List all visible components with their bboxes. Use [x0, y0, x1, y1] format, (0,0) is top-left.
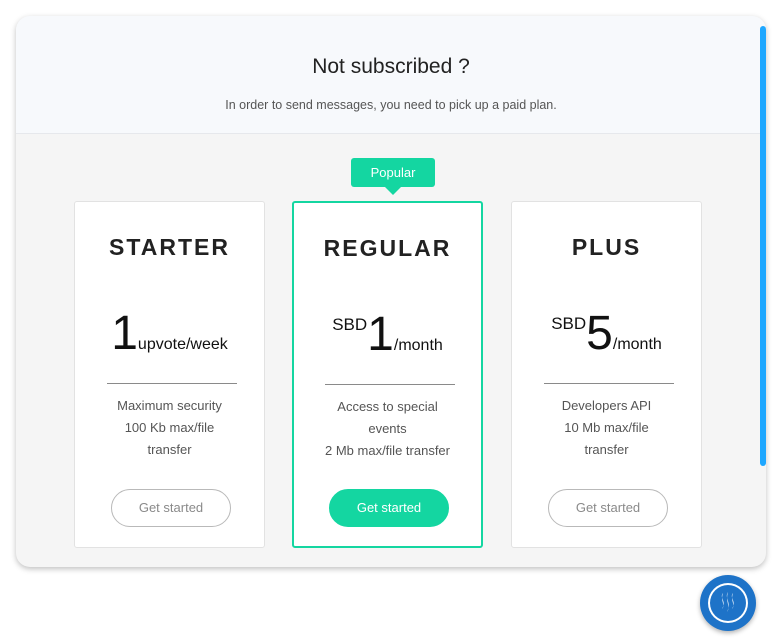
steem-logo-icon: [710, 585, 746, 621]
plan-features: Access to special events 2 Mb max/file t…: [314, 396, 461, 462]
subscription-modal: Not subscribed ? In order to send messag…: [16, 16, 766, 567]
price-period: upvote/week: [137, 336, 228, 353]
plan-name: STARTER: [109, 234, 230, 260]
price-currency: SBD: [551, 314, 587, 333]
price-currency: SBD: [332, 315, 368, 334]
divider: [544, 383, 674, 384]
chat-button[interactable]: [700, 575, 756, 631]
modal-header: Not subscribed ? In order to send messag…: [16, 16, 766, 134]
plan-features: Maximum security 100 Kb max/file transfe…: [95, 395, 244, 461]
feature-line: 10 Mb max/file: [564, 420, 649, 435]
plan-price: 1upvote/week: [75, 310, 264, 358]
scrollbar[interactable]: [760, 26, 766, 466]
get-started-plus-button[interactable]: Get started: [548, 489, 668, 527]
plan-name: PLUS: [571, 234, 642, 260]
feature-line: 2 Mb max/file transfer: [325, 443, 450, 458]
get-started-starter-button[interactable]: Get started: [111, 489, 231, 527]
divider: [107, 383, 237, 384]
feature-line: Developers API: [561, 398, 652, 413]
plan-price: SBD1/month: [294, 311, 481, 359]
feature-line: Access to special: [337, 399, 438, 414]
price-amount: 1: [367, 308, 394, 361]
plan-card-regular: REGULAR SBD1/month Access to special eve…: [292, 201, 483, 548]
price-amount: 5: [586, 307, 613, 360]
feature-line: transfer: [584, 442, 629, 457]
price-amount: 1: [111, 307, 138, 360]
plan-features: Developers API 10 Mb max/file transfer: [532, 395, 681, 461]
plan-name: REGULAR: [323, 235, 452, 261]
plan-card-plus: PLUS SBD5/month Developers API 10 Mb max…: [511, 201, 702, 548]
divider: [325, 384, 455, 385]
price-period: /month: [612, 336, 662, 353]
popular-badge-arrow: [385, 187, 401, 195]
plan-price: SBD5/month: [512, 310, 701, 358]
feature-line: transfer: [147, 442, 192, 457]
price-period: /month: [393, 337, 443, 354]
modal-subtitle: In order to send messages, you need to p…: [225, 98, 557, 112]
get-started-regular-button[interactable]: Get started: [329, 489, 449, 527]
plan-card-starter: STARTER 1upvote/week Maximum security 10…: [74, 201, 265, 548]
feature-line: events: [368, 421, 407, 436]
feature-line: Maximum security: [117, 398, 222, 413]
modal-title: Not subscribed ?: [312, 55, 470, 78]
feature-line: 100 Kb max/file: [124, 420, 215, 435]
popular-badge: Popular: [351, 158, 435, 187]
